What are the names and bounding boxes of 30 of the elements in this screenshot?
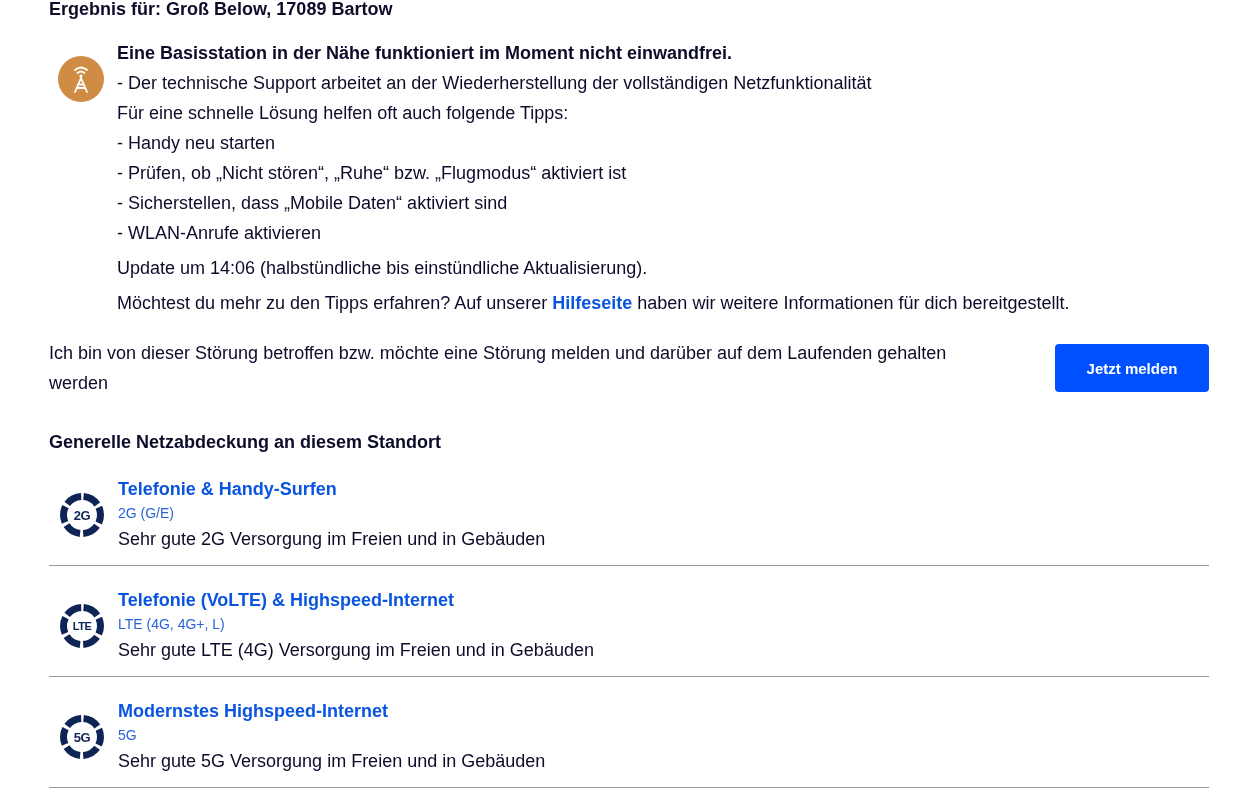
outage-text-line: Für eine schnelle Lösung helfen oft auch folgende Tipps: <box>117 102 570 125</box>
segmented-ring-icon <box>60 493 104 537</box>
coverage-heading: Generelle Netzabdeckung an diesem Standort <box>49 431 443 454</box>
report-button[interactable]: Jetzt melden <box>1055 344 1209 392</box>
technology-text: 2G (G/E) <box>118 504 175 523</box>
update-text: Update um 14:06 (halbstündliche bis einstündliche Aktualisierung). <box>117 257 649 280</box>
coverage-description: Sehr gute 2G Versorgung im Freien und in Gebäuden <box>118 528 546 551</box>
coverage-description: Sehr gute LTE (4G) Versorgung im Freien und in Gebäuden <box>118 639 594 662</box>
help-page-link[interactable]: Hilfeseite <box>552 293 633 313</box>
technology-text: LTE (4G, 4G+, L) <box>118 615 226 634</box>
help-text: Möchtest du mehr zu den Tipps erfahren? Auf unserer Hilfeseite haben wir weitere Informationen für dich bereitgestellt. <box>117 292 1070 315</box>
outage-text-line: - Sicherstellen, dass „Mobile Daten“ aktiviert sind <box>117 192 509 215</box>
coverage-title-link[interactable]: Modernstes Highspeed-Internet <box>118 698 546 724</box>
report-text: Ich bin von dieser Störung betroffen bzw. möchte eine Störung melden und darüber auf dem Laufenden gehalten werden <box>49 342 948 395</box>
result-heading: Ergebnis für: Groß Below, 17089 Bartow <box>49 0 394 19</box>
segmented-ring-icon <box>60 604 104 648</box>
antenna-tower-icon <box>58 56 104 102</box>
network-type-label: 2G <box>73 507 91 523</box>
segmented-ring-icon <box>60 715 104 759</box>
coverage-title-link[interactable]: Telefonie (VoLTE) & Highspeed-Internet <box>118 587 594 613</box>
outage-text-line: - WLAN-Anrufe aktivieren <box>117 222 323 245</box>
technology-text: 5G <box>118 726 138 745</box>
outage-text-line: - Der technische Support arbeitet an der Wiederherstellung der vollständigen Netzfunktionalität <box>117 72 873 95</box>
outage-title: Eine Basisstation in der Nähe funktioniert im Moment nicht einwandfrei. <box>117 42 734 65</box>
outage-text-line: - Handy neu starten <box>117 132 277 155</box>
coverage-title-link[interactable]: Telefonie & Handy-Surfen <box>118 476 546 502</box>
network-type-label: 5G <box>73 729 91 745</box>
network-type-label: LTE <box>72 620 92 632</box>
coverage-description: Sehr gute 5G Versorgung im Freien und in Gebäuden <box>118 750 546 773</box>
outage-text-line: - Prüfen, ob „Nicht stören“, „Ruhe“ bzw. „Flugmodus“ aktiviert ist <box>117 162 628 185</box>
